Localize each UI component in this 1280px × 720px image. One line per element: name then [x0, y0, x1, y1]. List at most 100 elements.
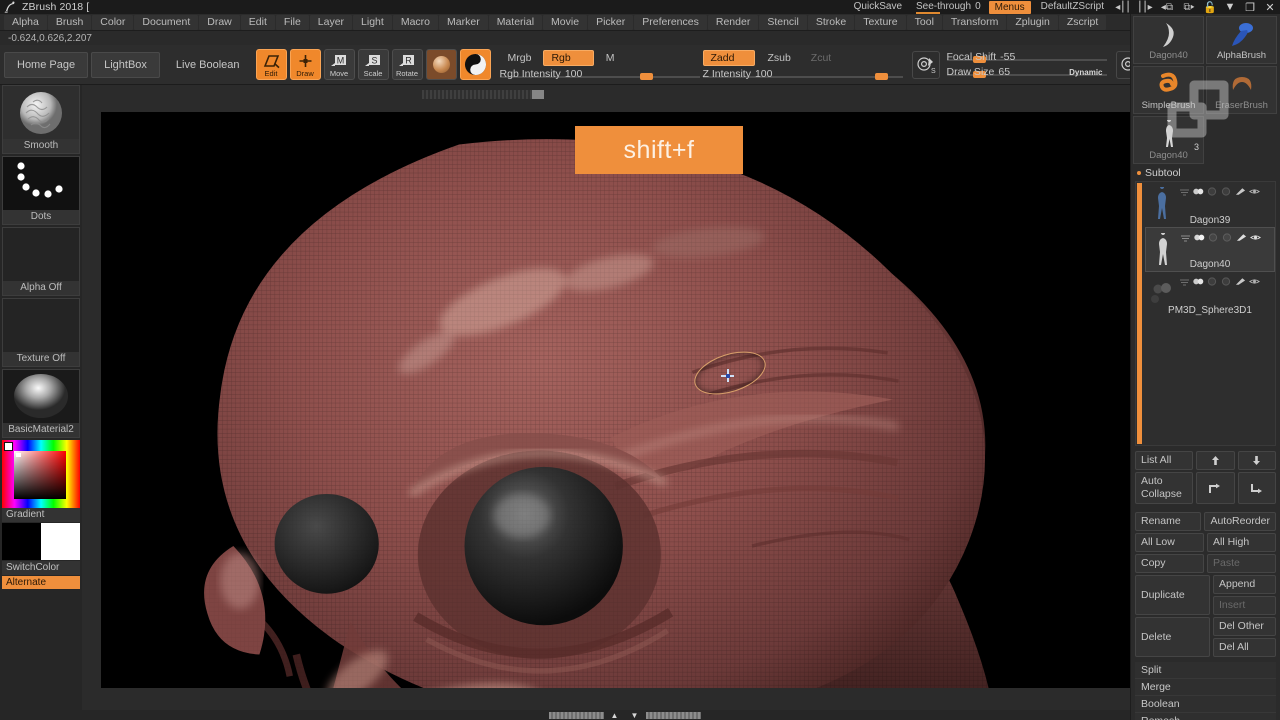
edit-button[interactable]: Edit [255, 49, 287, 80]
restore-icon[interactable]: ❐ [1240, 0, 1260, 14]
menu-item-light[interactable]: Light [353, 14, 392, 30]
color-wheel[interactable] [2, 440, 80, 508]
dot-toggle-b-icon[interactable] [1207, 187, 1218, 196]
yin-yang-icon[interactable] [459, 49, 491, 80]
saturation-value-square[interactable] [14, 451, 66, 499]
canvas-scroll-nub[interactable] [422, 90, 544, 99]
draw-size-slider[interactable]: Draw Size 65 Dynamic [946, 66, 1107, 78]
eye-icon[interactable] [1249, 187, 1260, 196]
rename-button[interactable]: Rename [1135, 512, 1202, 531]
menu-item-layer[interactable]: Layer [309, 14, 353, 30]
focal-shift-slider[interactable]: Focal Shift -55 [946, 51, 1107, 63]
mrgb-button[interactable]: Mrgb [500, 50, 540, 66]
dot-toggle-b-icon[interactable] [1207, 277, 1218, 286]
scroll-down-arrow-icon[interactable]: ▼ [626, 711, 644, 720]
visibility-mask-icon[interactable] [1179, 187, 1190, 196]
close-icon[interactable]: ✕ [1260, 0, 1280, 14]
subtool-row-icons[interactable] [1179, 186, 1272, 197]
eye-icon[interactable] [1249, 277, 1260, 286]
menu-item-texture[interactable]: Texture [855, 14, 906, 30]
menu-item-stencil[interactable]: Stencil [759, 14, 807, 30]
menu-item-preferences[interactable]: Preferences [634, 14, 707, 30]
material-selector[interactable]: BasicMaterial2 [2, 369, 80, 438]
default-zscript-label[interactable]: DefaultZScript [1033, 0, 1112, 14]
polypaint-toggle-icon[interactable] [1221, 277, 1232, 286]
brush-cell-dagon40[interactable]: Dagon40 [1133, 16, 1204, 64]
copy-button[interactable]: Copy [1135, 554, 1204, 573]
lock-icon[interactable]: 🔓 [1200, 0, 1220, 14]
menu-item-color[interactable]: Color [92, 14, 134, 30]
menu-item-file[interactable]: File [275, 14, 309, 30]
auto-reorder-button[interactable]: AutoReorder [1204, 512, 1276, 531]
home-page-button[interactable]: Home Page [4, 51, 89, 78]
polypaint-icon[interactable] [1236, 233, 1247, 242]
subtool-list[interactable]: Dagon39 Dagon40 PM3D_Sphere3D1 [1135, 181, 1276, 446]
lightbox-button[interactable]: LightBox [91, 51, 160, 78]
scale-button[interactable]: S Scale [357, 49, 389, 80]
dot-toggle-a-icon[interactable] [1193, 187, 1204, 196]
list-all-button[interactable]: List All [1135, 451, 1193, 470]
del-other-button[interactable]: Del Other [1213, 617, 1276, 636]
gradient-button[interactable]: Gradient [2, 508, 80, 522]
menu-item-stroke[interactable]: Stroke [807, 14, 855, 30]
subtool-row-icons[interactable] [1180, 232, 1271, 243]
move-out-icon[interactable] [1196, 472, 1235, 504]
menu-item-movie[interactable]: Movie [543, 14, 588, 30]
delete-button[interactable]: Delete [1135, 617, 1210, 657]
m-button[interactable]: M [598, 50, 623, 66]
subtool-row-icons[interactable] [1179, 276, 1272, 287]
polypaint-toggle-icon[interactable] [1222, 233, 1233, 242]
all-high-button[interactable]: All High [1207, 533, 1276, 552]
menu-item-marker[interactable]: Marker [439, 14, 488, 30]
insert-button[interactable]: Insert [1213, 596, 1276, 615]
rotate-button[interactable]: R Rotate [391, 49, 423, 80]
subtool-row-pm3d-sphere3d1[interactable]: PM3D_Sphere3D1 [1145, 272, 1275, 317]
live-boolean-button[interactable]: Live Boolean [163, 52, 253, 78]
remesh-button[interactable]: Remesh [1135, 713, 1276, 720]
texture-selector[interactable]: Texture Off [2, 298, 80, 367]
draw-button[interactable]: Draw [289, 49, 321, 80]
bottom-scroll-left[interactable] [548, 711, 604, 719]
next-window-icon[interactable]: ⧉▸ [1178, 0, 1200, 14]
del-all-button[interactable]: Del All [1213, 638, 1276, 657]
split-button[interactable]: Split [1135, 662, 1276, 679]
rgb-intensity-slider[interactable]: Rgb Intensity 100 [499, 68, 700, 80]
menu-item-document[interactable]: Document [134, 14, 199, 30]
menu-item-transform[interactable]: Transform [942, 14, 1007, 30]
all-low-button[interactable]: All Low [1135, 533, 1204, 552]
auto-collapse-button[interactable]: Auto Collapse [1135, 472, 1193, 504]
menu-item-zplugin[interactable]: Zplugin [1007, 14, 1058, 30]
canvas-scroll-handle[interactable] [532, 90, 544, 99]
bottom-scroll-right[interactable] [645, 711, 701, 719]
brush-selector[interactable]: Smooth [2, 85, 80, 154]
subtool-row-dagon39[interactable]: Dagon39 [1145, 182, 1275, 227]
menus-button[interactable]: Menus [988, 0, 1031, 14]
rgb-intensity-knob[interactable] [639, 72, 653, 80]
dot-toggle-a-icon[interactable] [1193, 277, 1204, 286]
alpha-selector[interactable]: Alpha Off [2, 227, 80, 296]
menu-item-tool[interactable]: Tool [906, 14, 942, 30]
menu-item-brush[interactable]: Brush [47, 14, 92, 30]
dynamic-label[interactable]: Dynamic [1069, 68, 1106, 77]
menu-item-alpha[interactable]: Alpha [4, 14, 47, 30]
polypaint-toggle-icon[interactable] [1221, 187, 1232, 196]
stroke-selector[interactable]: Dots [2, 156, 80, 225]
scroll-up-arrow-icon[interactable]: ▲ [606, 711, 624, 720]
switch-color-button[interactable]: SwitchColor [2, 561, 80, 575]
dot-toggle-b-icon[interactable] [1208, 233, 1219, 242]
secondary-color-swatch[interactable] [41, 523, 80, 560]
primary-color-swatch[interactable] [2, 523, 41, 560]
z-intensity-knob[interactable] [874, 72, 888, 80]
rgb-button[interactable]: Rgb [543, 49, 594, 66]
duplicate-button[interactable]: Duplicate [1135, 575, 1210, 615]
see-through-slider[interactable]: See-through 0 [910, 0, 987, 14]
move-button[interactable]: M Move [323, 49, 355, 80]
minimize-icon[interactable]: ▼ [1220, 0, 1240, 14]
visibility-mask-icon[interactable] [1180, 233, 1191, 242]
prev-window-icon[interactable]: ◂⧉ [1156, 0, 1178, 14]
brush-cell-eraserbrush[interactable]: EraserBrush [1206, 66, 1277, 114]
polypaint-icon[interactable] [1235, 187, 1246, 196]
merge-button[interactable]: Merge [1135, 679, 1276, 696]
zsub-button[interactable]: Zsub [759, 50, 798, 66]
tool-cell-dagon40[interactable]: 3 Dagon40 [1133, 116, 1204, 164]
